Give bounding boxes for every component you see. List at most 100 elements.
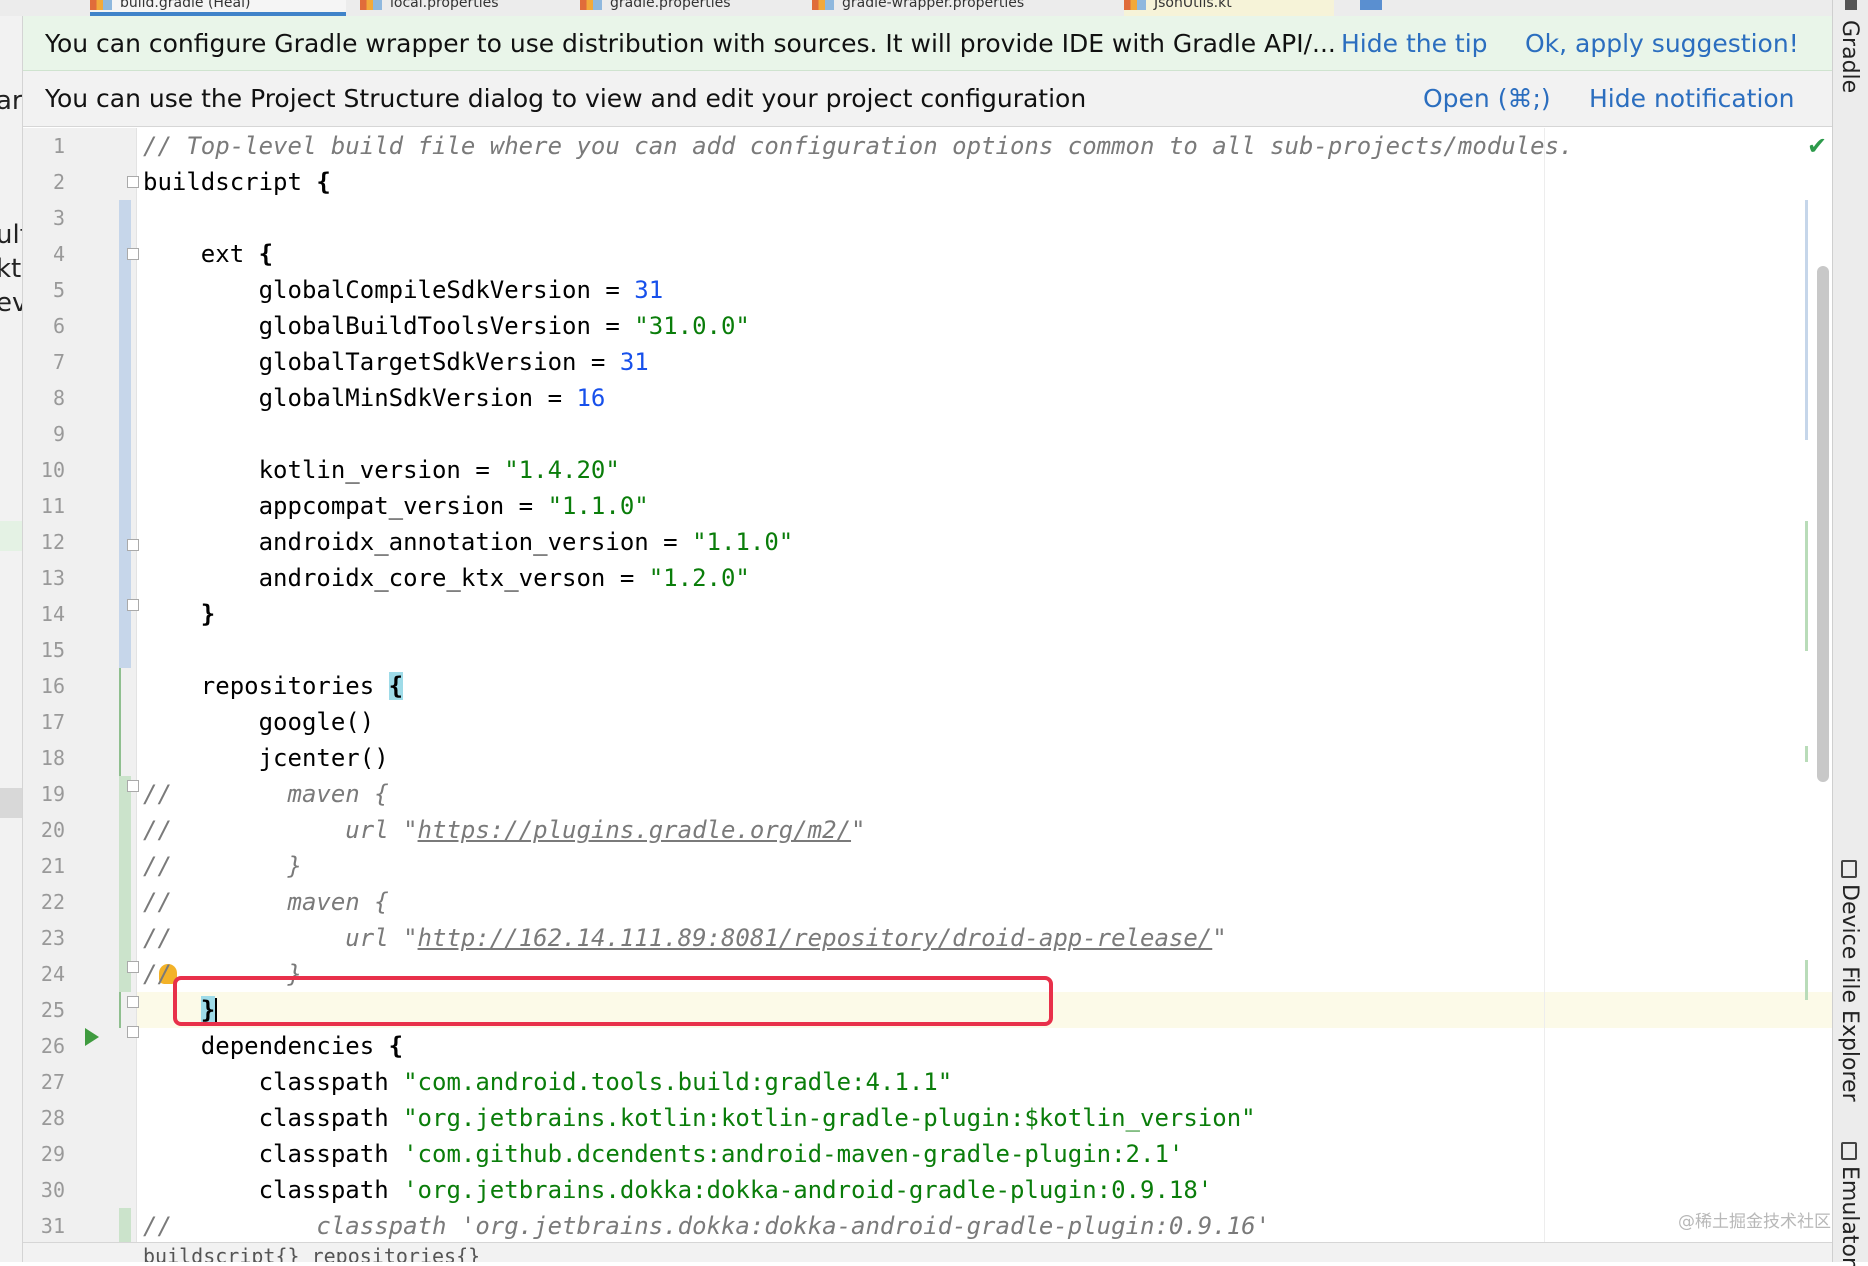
project-tree-fragment[interactable]: ult [0, 220, 22, 250]
line-number: 11 [40, 494, 65, 518]
line-number: 31 [40, 1214, 65, 1238]
properties-file-icon [360, 0, 382, 10]
code-line-11: appcompat_version = "1.1.0" [143, 492, 649, 520]
code-line-1: // Top-level build file where you can ad… [143, 132, 1574, 160]
markdown-file-icon[interactable] [1360, 0, 1390, 16]
code-line-27: classpath "com.android.tools.build:gradl… [143, 1068, 953, 1096]
line-number: 1 [52, 134, 65, 158]
tab-jsonutils-kt[interactable]: JsonUtils.kt [1124, 0, 1334, 16]
scroll-marker [1805, 521, 1808, 651]
matched-brace: { [388, 672, 404, 700]
fold-icon[interactable] [127, 780, 139, 792]
line-number: 4 [52, 242, 65, 266]
line-number: 13 [40, 566, 65, 590]
tab-gradle-properties[interactable]: gradle.properties [580, 0, 790, 16]
code-line-26: dependencies { [143, 1032, 404, 1060]
line-number: 20 [40, 818, 65, 842]
scroll-marker [1805, 200, 1808, 440]
code-line-2: buildscript { [143, 168, 331, 196]
code-line-16: repositories { [143, 672, 404, 700]
line-number: 29 [40, 1142, 65, 1166]
project-tree-fragment[interactable]: ev [0, 288, 22, 318]
project-structure-banner: You can use the Project Structure dialog… [23, 71, 1832, 127]
hide-notification-link[interactable]: Hide notification [1589, 71, 1795, 127]
code-line-8: globalMinSdkVersion = 16 [143, 384, 606, 412]
line-number: 9 [52, 422, 65, 446]
breadcrumb[interactable]: buildscript{} repositories{} [23, 1242, 1832, 1262]
device-file-explorer-tool-button[interactable]: Device File Explorer [1837, 860, 1862, 1102]
properties-file-icon [812, 0, 834, 10]
code-line-17: google() [143, 708, 375, 736]
kotlin-file-icon [1124, 0, 1146, 10]
tab-gradle-wrapper-properties[interactable]: gradle-wrapper.properties [812, 0, 1102, 16]
code-line-18: jcenter() [143, 744, 389, 772]
line-number: 27 [40, 1070, 65, 1094]
watermark: @稀土掘金技术社区 [1678, 1212, 1831, 1232]
properties-file-icon [580, 0, 602, 10]
url-link: https://plugins.gradle.org/m2/ [417, 816, 852, 844]
annotation-highlight-box [173, 976, 1053, 1026]
line-number: 24 [40, 962, 65, 986]
line-number: 15 [40, 638, 65, 662]
line-number: 7 [52, 350, 65, 374]
code-line-31: // classpath 'org.jetbrains.dokka:dokka-… [143, 1212, 1271, 1240]
line-number: 6 [52, 314, 65, 338]
vcs-added-marker [119, 776, 131, 992]
code-line-29: classpath 'com.github.dcendents:android-… [143, 1140, 1184, 1168]
line-number: 28 [40, 1106, 65, 1130]
code-line-30: classpath 'org.jetbrains.dokka:dokka-and… [143, 1176, 1213, 1204]
fold-icon[interactable] [127, 176, 139, 188]
line-number: 17 [40, 710, 65, 734]
code-line-14: } [143, 600, 216, 628]
tab-build-gradle[interactable]: build.gradle (Heal) [90, 0, 346, 16]
line-number: 8 [52, 386, 65, 410]
code-line-19: // maven { [143, 780, 389, 808]
fold-icon[interactable] [127, 539, 139, 551]
line-number: 14 [40, 602, 65, 626]
line-number: 22 [40, 890, 65, 914]
open-project-structure-link[interactable]: Open (⌘;) [1423, 71, 1551, 127]
code-line-4: ext { [143, 240, 274, 268]
vcs-change-marker [119, 992, 121, 1028]
code-line-10: kotlin_version = "1.4.20" [143, 456, 620, 484]
fold-icon[interactable] [127, 1026, 139, 1038]
project-tree-selection [0, 788, 22, 818]
fold-icon[interactable] [127, 996, 139, 1008]
gradle-tool-button[interactable]: Gradle [1837, 20, 1862, 93]
tab-local-properties[interactable]: local.properties [360, 0, 560, 16]
project-tree-selection [0, 521, 22, 551]
code-editor[interactable]: 1 2 3 4 5 6 7 8 9 10 11 12 13 14 15 16 1… [23, 128, 1832, 1242]
fold-icon[interactable] [127, 961, 139, 973]
line-number: 30 [40, 1178, 65, 1202]
gradle-tip-text: You can configure Gradle wrapper to use … [45, 29, 1336, 58]
line-number: 10 [40, 458, 65, 482]
inspection-ok-icon[interactable]: ✔ [1807, 134, 1827, 158]
vertical-scrollbar[interactable] [1817, 266, 1829, 782]
fold-icon[interactable] [127, 599, 139, 611]
line-number: 2 [52, 170, 65, 194]
line-number: 12 [40, 530, 65, 554]
line-number: 26 [40, 1034, 65, 1058]
url-link: http://162.14.111.89:8081/repository/dro… [417, 924, 1213, 952]
code-line-22: // maven { [143, 888, 389, 916]
code-line-12: androidx_annotation_version = "1.1.0" [143, 528, 794, 556]
emulator-icon [1841, 1142, 1857, 1160]
line-number: 5 [52, 278, 65, 302]
emulator-tool-button[interactable]: Emulator [1837, 1142, 1862, 1266]
project-structure-text: You can use the Project Structure dialog… [45, 84, 1087, 113]
gradle-wrapper-tip-banner: You can configure Gradle wrapper to use … [23, 16, 1832, 71]
code-line-13: androidx_core_ktx_verson = "1.2.0" [143, 564, 750, 592]
gradle-icon [1845, 0, 1857, 10]
code-line-7: globalTargetSdkVersion = 31 [143, 348, 649, 376]
scroll-marker [1805, 960, 1808, 1000]
code-line-20: // url "https://plugins.gradle.org/m2/" [143, 816, 866, 844]
project-tree-fragment[interactable]: arl [0, 86, 22, 116]
fold-icon[interactable] [127, 248, 139, 260]
project-tree-fragment[interactable]: kt [0, 254, 21, 284]
code-line-23: // url "http://162.14.111.89:8081/reposi… [143, 924, 1227, 952]
hide-tip-link[interactable]: Hide the tip [1341, 16, 1488, 71]
line-number: 18 [40, 746, 65, 770]
run-icon[interactable] [85, 1028, 99, 1046]
apply-suggestion-link[interactable]: Ok, apply suggestion! [1525, 16, 1799, 71]
scroll-marker [1805, 746, 1808, 762]
